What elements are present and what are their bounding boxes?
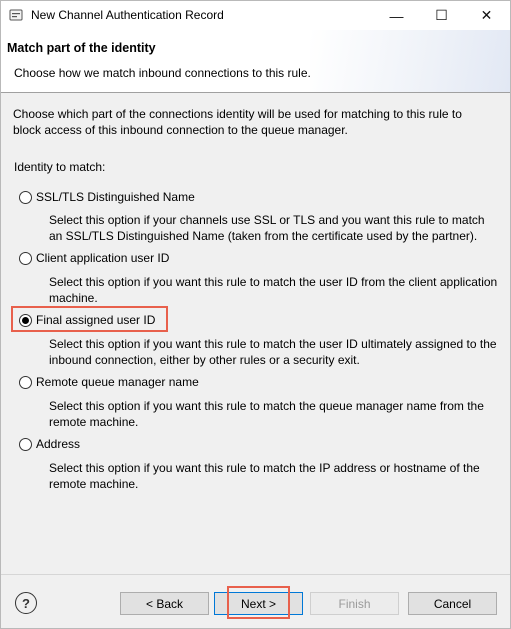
footer-divider — [1, 574, 510, 575]
cancel-button[interactable]: Cancel — [408, 592, 497, 615]
dialog-window: New Channel Authentication Record — ☐ ✕ … — [0, 0, 511, 629]
option-label: SSL/TLS Distinguished Name — [36, 190, 195, 204]
option-address[interactable]: Address — [19, 436, 80, 452]
option-ssl-tls-dn[interactable]: SSL/TLS Distinguished Name — [19, 189, 195, 205]
page-description: Choose how we match inbound connections … — [14, 66, 311, 80]
option-description: Select this option if your channels use … — [49, 213, 485, 243]
close-button[interactable]: ✕ — [464, 1, 509, 30]
option-label: Remote queue manager name — [36, 375, 199, 389]
option-description: Select this option if you want this rule… — [49, 337, 497, 367]
option-description: Select this option if you want this rule… — [49, 461, 480, 491]
identity-label: Identity to match: — [14, 160, 106, 174]
wizard-content: Choose which part of the connections ide… — [1, 94, 510, 574]
radio-button[interactable] — [19, 190, 32, 204]
intro-text: Choose which part of the connections ide… — [13, 107, 462, 137]
radio-button[interactable] — [19, 251, 32, 265]
wizard-header: Match part of the identity Choose how we… — [1, 30, 510, 93]
option-client-user-id[interactable]: Client application user ID — [19, 250, 169, 266]
option-description: Select this option if you want this rule… — [49, 399, 484, 429]
radio-button[interactable] — [19, 437, 32, 451]
option-description: Select this option if you want this rule… — [49, 275, 498, 305]
next-button-highlight — [227, 586, 290, 619]
page-title: Match part of the identity — [7, 41, 156, 55]
option-remote-qmgr-name[interactable]: Remote queue manager name — [19, 374, 199, 390]
finish-button[interactable]: Finish — [310, 592, 399, 615]
back-button[interactable]: < Back — [120, 592, 209, 615]
maximize-button[interactable]: ☐ — [419, 1, 464, 30]
radio-button[interactable] — [19, 375, 32, 389]
app-icon — [9, 9, 23, 21]
minimize-button[interactable]: — — [374, 1, 419, 30]
title-bar: New Channel Authentication Record — ☐ ✕ — [1, 1, 510, 30]
option-label: Client application user ID — [36, 251, 170, 265]
help-icon[interactable]: ? — [15, 592, 37, 614]
window-title: New Channel Authentication Record — [31, 8, 224, 22]
selection-highlight — [11, 306, 168, 332]
option-label: Address — [36, 437, 81, 451]
header-decoration — [310, 30, 510, 92]
